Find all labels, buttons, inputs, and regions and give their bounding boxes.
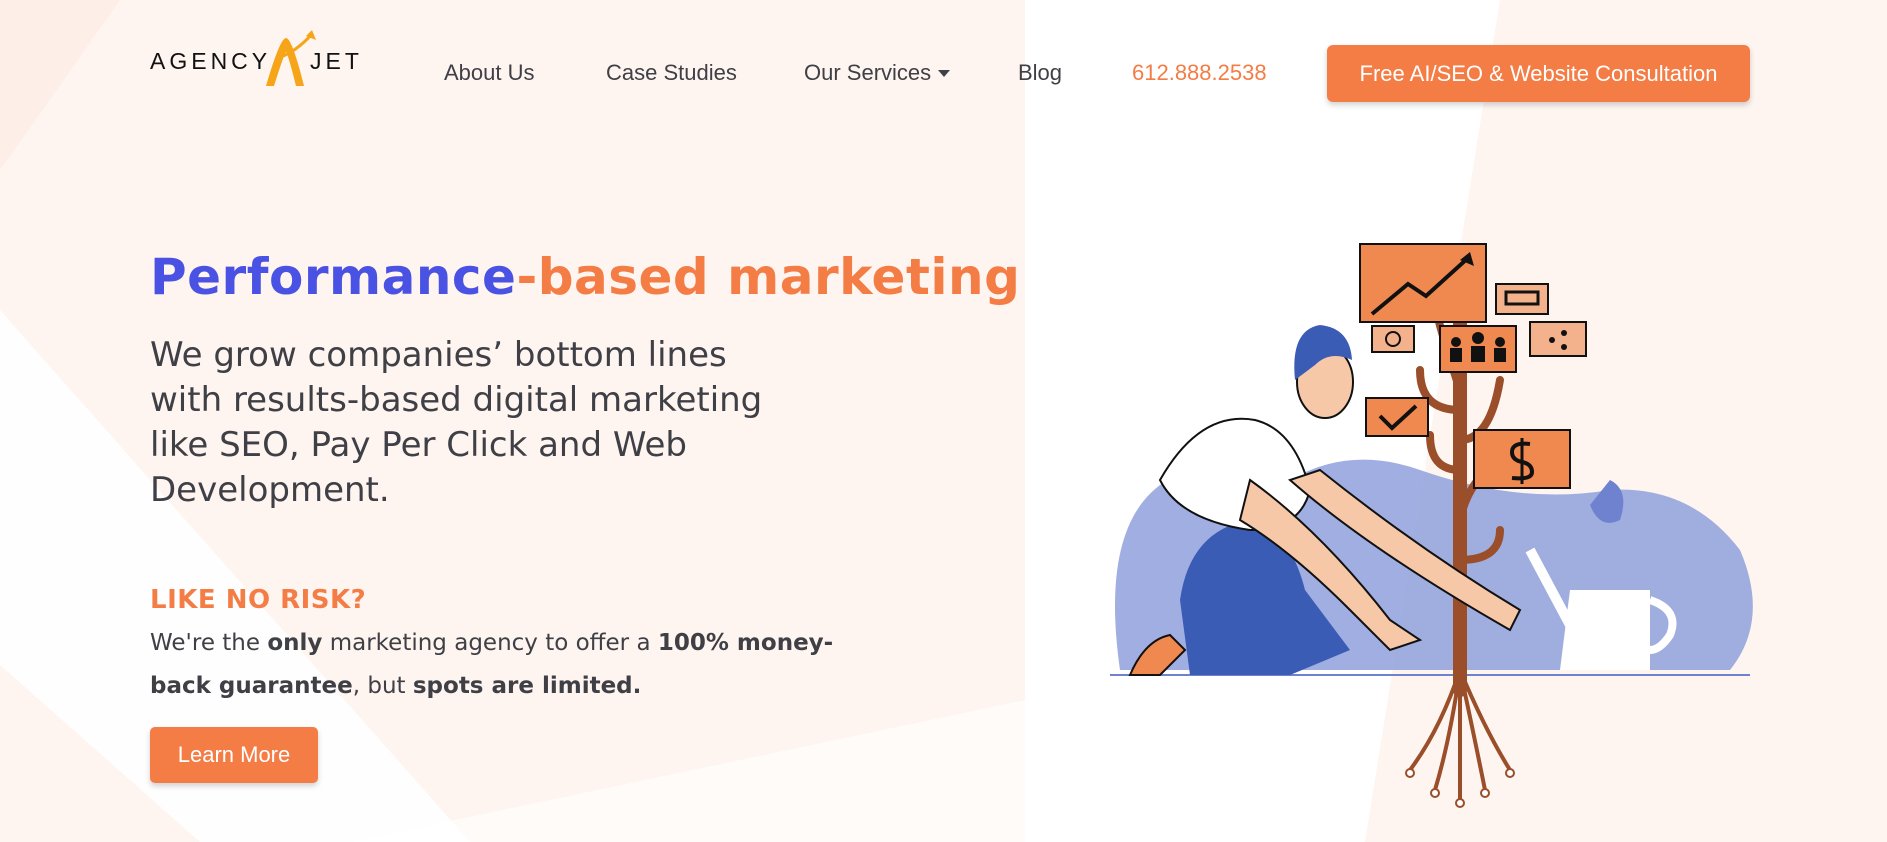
logo-word-agency: AGENCY bbox=[150, 48, 272, 74]
growth-chart-icon bbox=[1359, 243, 1487, 323]
nav-blog[interactable]: Blog bbox=[1018, 60, 1062, 86]
guarantee-text-part: marketing agency to offer a bbox=[322, 630, 658, 656]
share-icon bbox=[1529, 321, 1587, 357]
team-icon bbox=[1439, 325, 1517, 373]
logo-word-jet: JET bbox=[310, 48, 363, 74]
site-logo[interactable]: AGENCY JET bbox=[150, 28, 360, 94]
hero-headline: Performance-based marketing bbox=[150, 248, 1020, 306]
guarantee-text-part: We're the bbox=[150, 630, 268, 656]
smiley-icon bbox=[1371, 325, 1415, 353]
hero-subheading: We grow companies’ bottom lines with res… bbox=[150, 335, 763, 510]
nav-about-us[interactable]: About Us bbox=[444, 60, 535, 86]
nav-our-services[interactable]: Our Services bbox=[804, 60, 931, 86]
nav-phone-number[interactable]: 612.888.2538 bbox=[1132, 60, 1267, 86]
headline-highlight: Performance bbox=[150, 248, 517, 306]
free-consultation-button[interactable]: Free AI/SEO & Website Consultation bbox=[1327, 45, 1750, 102]
learn-more-button[interactable]: Learn More bbox=[150, 727, 318, 783]
chevron-down-icon[interactable] bbox=[938, 70, 950, 77]
guarantee-emphasis: only bbox=[267, 630, 323, 656]
guarantee-text-part: , but bbox=[352, 673, 413, 699]
checkmark-icon bbox=[1365, 397, 1429, 437]
guarantee-text: We're the only marketing agency to offer… bbox=[150, 622, 850, 708]
chat-icon bbox=[1495, 283, 1549, 315]
risk-title: LIKE NO RISK? bbox=[150, 585, 367, 615]
hero-illustration bbox=[1110, 243, 1753, 808]
dollar-icon bbox=[1473, 429, 1571, 489]
nav-case-studies[interactable]: Case Studies bbox=[606, 60, 737, 86]
jet-arrow-icon bbox=[266, 30, 316, 86]
headline-rest: -based marketing bbox=[516, 248, 1021, 306]
guarantee-emphasis: spots are limited. bbox=[412, 673, 642, 699]
